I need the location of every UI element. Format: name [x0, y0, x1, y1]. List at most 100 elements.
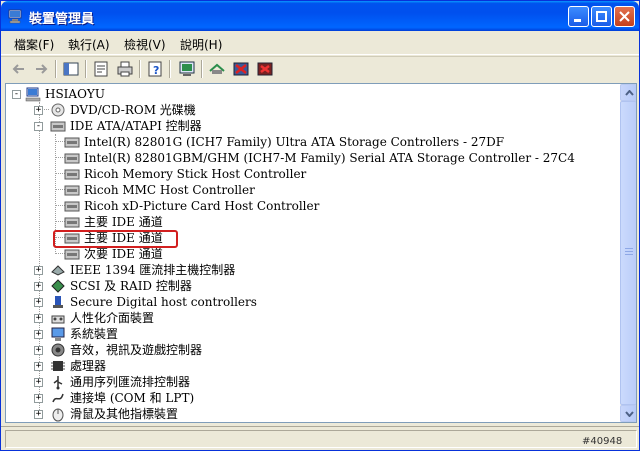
port-icon — [52, 393, 64, 403]
device-tree-pane: - HSIAOYU + DVD/CD-ROM 光碟機 - IDE ATA/ATA… — [5, 83, 637, 423]
expand-toggle[interactable]: + — [34, 410, 43, 419]
scsi-icon — [51, 279, 65, 293]
toolbar-separator — [169, 60, 171, 78]
update-driver-icon[interactable] — [207, 59, 227, 79]
expand-toggle[interactable]: + — [34, 298, 43, 307]
minimize-icon — [574, 19, 581, 22]
collapse-toggle[interactable]: - — [34, 122, 43, 131]
category-label: 連接埠 (COM 和 LPT) — [70, 391, 195, 405]
uninstall-device-icon[interactable] — [255, 59, 275, 79]
device-label: 次要 IDE 通道 — [84, 247, 163, 261]
category-label: 音效，視訊及遊戲控制器 — [70, 343, 203, 357]
device-label: 主要 IDE 通道 — [84, 215, 163, 229]
device-label: Ricoh Memory Stick Host Controller — [84, 167, 307, 181]
tree-root-label: HSIAOYU — [45, 87, 105, 101]
ieee1394-icon — [51, 265, 65, 276]
device-tree: - HSIAOYU + DVD/CD-ROM 光碟機 - IDE ATA/ATA… — [6, 84, 620, 422]
chevron-up-icon — [625, 90, 634, 96]
scroll-grip — [625, 251, 633, 252]
processor-icon — [51, 361, 65, 371]
usb-icon — [53, 376, 63, 390]
expand-toggle[interactable]: + — [34, 266, 43, 275]
device-label: Intel(R) 82801GBM/GHM (ICH7-M Family) Se… — [84, 151, 575, 165]
device-label: Intel(R) 82801G (ICH7 Family) Ultra ATA … — [84, 135, 505, 149]
status-panel — [5, 430, 637, 448]
ide-controller-icon — [64, 201, 80, 212]
toolbar-separator — [139, 60, 141, 78]
toolbar-separator — [201, 60, 203, 78]
scroll-grip — [625, 248, 633, 249]
expand-toggle[interactable]: + — [34, 282, 43, 291]
expand-toggle[interactable]: + — [34, 394, 43, 403]
category-label: 系統裝置 — [70, 327, 119, 341]
ide-controller-icon — [64, 169, 80, 180]
expand-toggle[interactable]: + — [34, 106, 43, 115]
chevron-down-icon — [625, 411, 634, 417]
help-icon[interactable]: ? — [145, 59, 165, 79]
maximize-button[interactable] — [591, 6, 612, 27]
close-icon — [619, 11, 630, 22]
ide-controller-icon — [64, 185, 80, 196]
ide-controller-icon — [50, 121, 66, 132]
selection-highlight-annotation — [53, 230, 178, 248]
expand-toggle[interactable]: + — [34, 346, 43, 355]
scroll-down-button[interactable] — [620, 405, 636, 422]
maximize-icon — [596, 11, 607, 22]
device-manager-window: 裝置管理員 檔案(F) 執行(A) 檢視(V) 說明(H) ? - HSIAOY… — [0, 0, 640, 451]
category-label: SCSI 及 RAID 控制器 — [70, 279, 192, 293]
scroll-thumb[interactable] — [620, 101, 636, 405]
close-button[interactable] — [614, 6, 635, 27]
category-label: 通用序列匯流排控制器 — [70, 375, 191, 389]
menu-help[interactable]: 說明(H) — [180, 36, 222, 53]
expand-toggle[interactable]: + — [34, 378, 43, 387]
mouse-icon — [52, 408, 64, 422]
scroll-up-button[interactable] — [620, 84, 636, 101]
expand-toggle[interactable]: + — [34, 362, 43, 371]
toolbar-separator — [55, 60, 57, 78]
system-device-icon — [51, 327, 65, 341]
show-hide-console-tree-icon[interactable] — [61, 59, 81, 79]
scan-hardware-icon[interactable] — [177, 59, 197, 79]
ide-controller-icon — [64, 153, 80, 164]
toolbar-separator — [85, 60, 87, 78]
computer-icon — [25, 87, 41, 102]
collapse-toggle[interactable]: - — [12, 90, 21, 99]
menu-view[interactable]: 檢視(V) — [124, 36, 166, 53]
sd-host-icon — [53, 296, 63, 308]
category-label: 處理器 — [70, 359, 107, 373]
hid-icon — [51, 315, 65, 324]
device-label: Ricoh MMC Host Controller — [84, 183, 255, 197]
toolbar: ? — [1, 56, 639, 82]
category-label: 滑鼠及其他指標裝置 — [70, 407, 179, 421]
vertical-scrollbar[interactable] — [620, 84, 636, 422]
forward-arrow-icon[interactable] — [31, 59, 51, 79]
category-label: DVD/CD-ROM 光碟機 — [70, 103, 196, 117]
window-title: 裝置管理員 — [29, 12, 95, 27]
computer-icon — [8, 9, 22, 24]
properties-icon[interactable] — [91, 59, 111, 79]
scroll-grip — [625, 254, 633, 255]
category-label: 人性化介面裝置 — [70, 311, 155, 325]
watermark-text: #40948 — [582, 436, 623, 447]
title-bar[interactable]: 裝置管理員 — [1, 1, 639, 31]
expand-toggle[interactable]: + — [34, 314, 43, 323]
menu-action[interactable]: 執行(A) — [68, 36, 110, 53]
speaker-icon — [51, 343, 65, 357]
device-label: Ricoh xD-Picture Card Host Controller — [84, 199, 320, 213]
expand-toggle[interactable]: + — [34, 330, 43, 339]
ide-controller-icon — [64, 137, 80, 148]
category-label: IEEE 1394 匯流排主機控制器 — [70, 263, 236, 277]
category-label: IDE ATA/ATAPI 控制器 — [70, 119, 202, 133]
menu-bar: 檔案(F) 執行(A) 檢視(V) 說明(H) — [1, 31, 639, 55]
status-bar — [1, 426, 639, 450]
ide-controller-icon — [64, 217, 80, 228]
svg-text:?: ? — [153, 64, 159, 77]
category-label: Secure Digital host controllers — [70, 295, 257, 309]
optical-drive-icon — [51, 103, 65, 117]
print-icon[interactable] — [115, 59, 135, 79]
disable-device-icon[interactable] — [231, 59, 251, 79]
minimize-button[interactable] — [568, 6, 589, 27]
menu-file[interactable]: 檔案(F) — [14, 36, 54, 53]
ide-controller-icon — [64, 249, 80, 260]
back-arrow-icon[interactable] — [9, 59, 29, 79]
